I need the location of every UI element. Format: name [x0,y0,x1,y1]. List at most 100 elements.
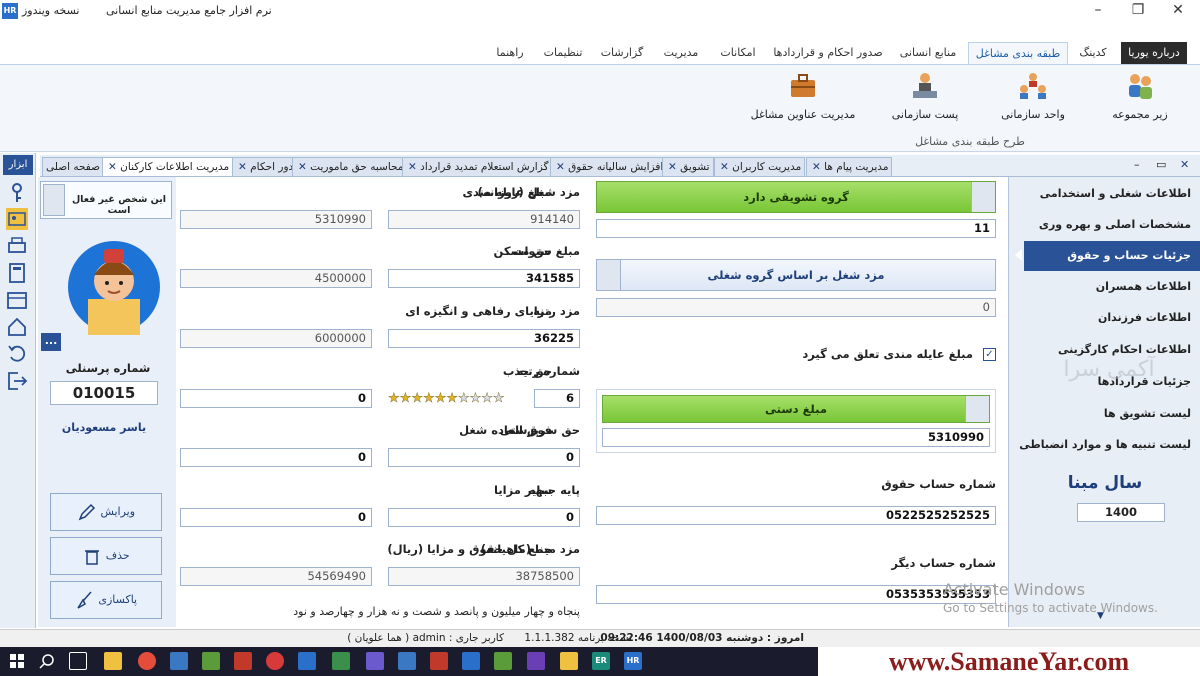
doc-tab-messages[interactable]: ✕ مدیریت پیام ها [806,157,893,176]
ribbon-tab-human-resources[interactable]: منابع انسانی [892,42,964,64]
app-icon[interactable] [430,652,448,670]
attraction-field[interactable]: 0 [180,389,372,408]
wage-by-group-toggle[interactable] [597,260,621,290]
app-icon[interactable] [366,652,384,670]
total-field[interactable]: 54569490 [180,567,372,586]
more-button[interactable]: ... [41,333,61,351]
base-wage-field[interactable]: 38758500 [388,567,580,586]
ribbon-item-org-post[interactable]: پست سازمانی [888,71,962,121]
app-icon[interactable] [494,652,512,670]
incentive-group-bar[interactable]: گروه تشویقی دارد [596,181,996,213]
family-checkbox[interactable]: ✓ [983,348,996,361]
rank-number-field[interactable]: 6 [534,389,580,408]
nav-item-children[interactable]: اطلاعات فرزندان [1009,303,1200,333]
app-icon[interactable] [462,652,480,670]
front-base-field[interactable]: 0 [388,508,580,527]
welfare-field[interactable]: 6000000 [180,329,372,348]
close-tab-icon[interactable]: ✕ [298,161,307,173]
calendar-icon[interactable] [6,289,28,311]
family-allowance-field[interactable]: 5310990 [180,210,372,229]
close-tab-icon[interactable]: ✕ [812,161,821,173]
close-tab-icon[interactable]: ✕ [668,161,677,173]
close-tab-icon[interactable]: ✕ [720,161,729,173]
doc-tab-users[interactable]: ✕ مدیریت کاربران [714,157,806,176]
printer-icon[interactable] [6,235,28,257]
app-icon[interactable] [234,652,252,670]
search-icon[interactable] [39,653,55,669]
close-tab-icon[interactable]: ✕ [108,161,117,173]
doc-restore-button[interactable]: ▭ [1156,158,1170,171]
ribbon-tab-decrees[interactable]: صدور احکام و قراردادها [770,42,886,64]
doc-tab-employee-info[interactable]: ✕ مدیریت اطلاعات کارکنان [102,157,234,176]
ribbon-tab-management[interactable]: مدیریت [656,42,706,64]
calculator-icon[interactable] [6,262,28,284]
doc-close-button[interactable]: ✕ [1180,158,1194,171]
nav-item-penalties[interactable]: لیست تنبیه ها و موارد انضباطی [1009,430,1200,460]
supervision-field[interactable]: 0 [388,448,580,467]
exit-icon[interactable] [6,370,28,392]
ribbon-item-job-titles[interactable]: مدیریت عناوین مشاغل [748,71,858,121]
edit-button[interactable]: ویرایش [50,493,162,531]
family-checkbox-row[interactable]: ✓ مبلغ عایله مندی تعلق می گیرد [774,347,996,361]
chrome-icon[interactable] [138,652,156,670]
rank-wage-field[interactable]: 36225 [388,329,580,348]
task-view-icon[interactable] [69,652,87,670]
restore-button[interactable]: ❐ [1116,0,1160,22]
delete-button[interactable]: حذف [50,537,162,575]
incentive-group-field[interactable]: 11 [596,219,996,238]
ribbon-tab-help[interactable]: راهنما [488,42,532,64]
ribbon-tab-job-classification[interactable]: طبقه بندی مشاغل [968,42,1068,65]
manual-amount-field[interactable]: 5310990 [602,428,990,447]
nav-item-spouses[interactable]: اطلاعات همسران [1009,272,1200,302]
app-icon[interactable] [170,652,188,670]
nav-item-account-details[interactable]: جزئیات حساب و حقوق [1024,241,1200,271]
ribbon-tab-settings[interactable]: تنظیمات [538,42,588,64]
job-extra-field[interactable]: 0 [180,448,372,467]
security-icon[interactable] [398,652,416,670]
key-icon[interactable] [6,182,28,204]
daily-wage-field[interactable]: 914140 [388,210,580,229]
doc-tab-contract-report[interactable]: ✕ گزارش استعلام تمدید قرارداد [402,157,553,176]
app-icon[interactable] [202,652,220,670]
close-tab-icon[interactable]: ✕ [238,161,247,173]
app-icon[interactable] [332,652,350,670]
visual-studio-icon[interactable] [527,652,545,670]
base-year-field[interactable]: 1400 [1077,503,1165,522]
salary-account-field[interactable]: 0522525252525 [596,506,996,525]
other-benefits-field[interactable]: 0 [180,508,372,527]
close-tab-icon[interactable]: ✕ [556,161,565,173]
doc-tab-mission[interactable]: ✕ محاسبه حق ماموریت [292,157,408,176]
close-tab-icon[interactable]: ✕ [408,161,417,173]
doc-tab-home[interactable]: صفحه اصلی [42,157,105,176]
wage-by-group-bar[interactable]: مزد شغل بر اساس گروه شغلی [596,259,996,291]
undo-icon[interactable] [6,343,28,365]
manual-amount-toggle[interactable] [965,396,989,422]
ribbon-item-org-unit[interactable]: واحد سازمانی [996,71,1070,121]
app-icon[interactable] [266,652,284,670]
doc-tab-incentive[interactable]: ✕ تشویق [662,157,714,176]
other-account-field[interactable]: 0535353535353 [596,585,996,604]
minimize-button[interactable]: – [1076,0,1120,22]
clear-button[interactable]: پاکسازی [50,581,162,619]
windows-start-icon[interactable] [10,654,24,668]
incentive-toggle[interactable] [971,182,995,212]
nav-item-main-info[interactable]: مشخصات اصلی و بهره وری [1009,210,1200,240]
close-window-button[interactable]: ✕ [1156,0,1200,22]
hr-app-icon[interactable]: HR [624,652,642,670]
housing-field[interactable]: 4500000 [180,269,372,288]
manual-amount-bar[interactable]: مبلغ دستی [602,395,990,423]
id-card-icon[interactable] [6,208,28,230]
ribbon-tab-coding[interactable]: کدینگ [1070,42,1116,64]
doc-minimize-button[interactable]: – [1134,158,1148,171]
app-icon[interactable] [298,652,316,670]
wage-by-group-field[interactable]: 0 [596,298,996,317]
ribbon-tab-about[interactable]: درباره یوریا [1121,42,1187,64]
inactive-toggle[interactable] [43,184,65,216]
file-explorer-icon[interactable] [104,652,122,670]
notes-icon[interactable] [560,652,578,670]
home-icon[interactable] [6,316,28,338]
ribbon-tab-facilities[interactable]: امکانات [712,42,764,64]
ribbon-item-subsets[interactable]: زیر مجموعه [1108,71,1172,121]
seniority-field[interactable]: 341585 [388,269,580,288]
er-app-icon[interactable]: ER [592,652,610,670]
